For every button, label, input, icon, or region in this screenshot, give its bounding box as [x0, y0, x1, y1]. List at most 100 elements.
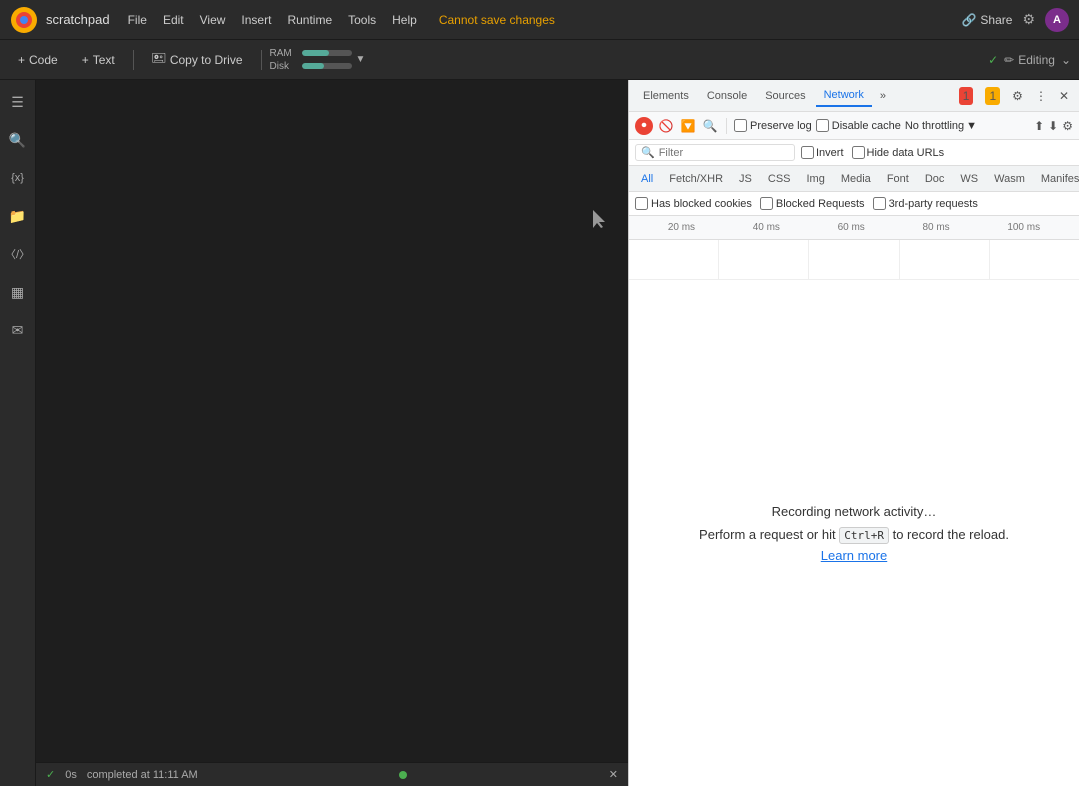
tab-network[interactable]: Network	[816, 85, 872, 107]
timeline-label-60ms: 60 ms	[838, 222, 865, 233]
devtools-close-icon[interactable]: ✕	[1055, 87, 1073, 105]
net-type-manifest[interactable]: Manifest	[1033, 171, 1079, 187]
ram-progress-bar	[302, 50, 352, 56]
disable-cache-checkbox[interactable]	[816, 119, 829, 132]
net-type-img[interactable]: Img	[799, 171, 833, 187]
devtools-tab-actions: 1 1 ⚙ ⋮ ✕	[955, 87, 1073, 105]
net-type-ws[interactable]: WS	[952, 171, 986, 187]
blocked-requests-checkbox[interactable]	[760, 197, 773, 210]
sidebar-icon-menu[interactable]: ☰	[4, 88, 32, 116]
sidebar-icon-files[interactable]: 📁	[4, 202, 32, 230]
code-button[interactable]: + Code	[8, 49, 68, 71]
timeline-label-100ms: 100 ms	[1007, 222, 1040, 233]
cannot-save-warning[interactable]: Cannot save changes	[439, 13, 555, 27]
has-blocked-cookies-checkbox[interactable]	[635, 197, 648, 210]
net-type-js[interactable]: JS	[731, 171, 760, 187]
expand-button[interactable]: ⌄	[1061, 53, 1071, 67]
net-type-fetch[interactable]: Fetch/XHR	[661, 171, 731, 187]
menu-runtime[interactable]: Runtime	[281, 11, 338, 29]
tab-elements[interactable]: Elements	[635, 86, 697, 106]
grid-line-3	[809, 240, 899, 279]
timeline-grid	[629, 240, 1079, 280]
status-close-button[interactable]: ✕	[609, 768, 618, 781]
perform-text: Perform a request or hit Ctrl+R to recor…	[699, 527, 1009, 542]
toolbar-separator-1	[133, 50, 134, 70]
net-sep-1	[726, 118, 727, 134]
menu-view[interactable]: View	[194, 11, 232, 29]
net-toolbar-right: ⬆ ⬇ ⚙	[1034, 119, 1073, 133]
ram-progress-fill	[302, 50, 330, 56]
dropdown-arrow[interactable]: ▼	[356, 54, 366, 65]
sidebar-icon-variables[interactable]: {x}	[4, 164, 32, 192]
net-type-css[interactable]: CSS	[760, 171, 799, 187]
copy-to-drive-button[interactable]: 🖭 Copy to Drive	[142, 45, 253, 74]
net-type-all[interactable]: All	[633, 171, 661, 187]
cursor-indicator	[593, 210, 605, 231]
tab-more-button[interactable]: »	[874, 86, 892, 106]
invert-checkbox[interactable]	[801, 146, 814, 159]
throttle-select[interactable]: No throttling ▼	[905, 120, 977, 132]
preserve-log-checkbox[interactable]	[734, 119, 747, 132]
net-type-doc[interactable]: Doc	[917, 171, 953, 187]
import-icon[interactable]: ⬆	[1034, 119, 1044, 133]
third-party-requests-checkbox[interactable]	[873, 197, 886, 210]
tab-console[interactable]: Console	[699, 86, 755, 106]
grid-line-1	[629, 240, 719, 279]
keyboard-shortcut: Ctrl+R	[839, 527, 889, 544]
editor-canvas[interactable]	[36, 80, 628, 762]
status-time: 0s	[65, 769, 77, 781]
devtools-more-icon[interactable]: ⋮	[1031, 87, 1051, 105]
sidebar-icon-terminal[interactable]: 〈/〉	[4, 240, 32, 268]
search-network-icon[interactable]: 🔍	[701, 117, 719, 135]
net-type-wasm[interactable]: Wasm	[986, 171, 1033, 187]
net-type-media[interactable]: Media	[833, 171, 879, 187]
net-type-font[interactable]: Font	[879, 171, 917, 187]
grid-line-4	[900, 240, 990, 279]
learn-more-link[interactable]: Learn more	[821, 548, 887, 563]
title-bar: scratchpad File Edit View Insert Runtime…	[0, 0, 1079, 40]
avatar[interactable]: A	[1045, 8, 1069, 32]
hide-data-urls-checkbox-group: Hide data URLs	[852, 146, 945, 159]
filter-bar: 🔍 Invert Hide data URLs	[629, 140, 1079, 166]
devtools-badge-yellow: 1	[981, 87, 1004, 105]
app-name: scratchpad	[46, 12, 110, 27]
menu-tools[interactable]: Tools	[342, 11, 382, 29]
network-type-tabs: All Fetch/XHR JS CSS Img Media Font Doc …	[629, 166, 1079, 192]
menu-help[interactable]: Help	[386, 11, 423, 29]
devtools-settings-icon[interactable]: ⚙	[1008, 87, 1027, 105]
menu-edit[interactable]: Edit	[157, 11, 190, 29]
status-message: completed at 11:11 AM	[87, 769, 198, 781]
devtools-panel: Elements Console Sources Network » 1 1 ⚙…	[628, 80, 1079, 786]
text-icon: +	[82, 53, 89, 67]
filter-icon[interactable]: 🔽	[679, 117, 697, 135]
clear-button[interactable]: 🚫	[657, 117, 675, 135]
settings-icon[interactable]: ⚙	[1022, 11, 1035, 28]
filter-options: Invert Hide data URLs	[801, 146, 944, 159]
sidebar-icon-mail[interactable]: ✉	[4, 316, 32, 344]
sidebar-icon-table[interactable]: ▦	[4, 278, 32, 306]
text-button[interactable]: + Text	[72, 49, 125, 71]
menu-file[interactable]: File	[122, 11, 153, 29]
editing-button[interactable]: ✏ Editing	[1004, 53, 1055, 67]
menu-insert[interactable]: Insert	[235, 11, 277, 29]
hide-data-urls-checkbox[interactable]	[852, 146, 865, 159]
throttle-arrow: ▼	[966, 120, 977, 132]
grid-line-2	[719, 240, 809, 279]
sidebar-icon-search[interactable]: 🔍	[4, 126, 32, 154]
record-button[interactable]: ⏺	[635, 117, 653, 135]
invert-checkbox-group: Invert	[801, 146, 844, 159]
export-icon[interactable]: ⬇	[1048, 119, 1058, 133]
timeline-label-40ms: 40 ms	[753, 222, 780, 233]
has-blocked-cookies-group: Has blocked cookies	[635, 197, 752, 210]
share-button[interactable]: 🔗 Share	[961, 13, 1012, 27]
preserve-log-checkbox-group: Preserve log	[734, 119, 812, 132]
share-icon: 🔗	[961, 13, 976, 27]
tab-sources[interactable]: Sources	[757, 86, 813, 106]
filter-input[interactable]	[659, 147, 789, 159]
net-settings-icon[interactable]: ⚙	[1062, 119, 1073, 133]
blocked-bar: Has blocked cookies Blocked Requests 3rd…	[629, 192, 1079, 216]
timeline-label-80ms: 80 ms	[922, 222, 949, 233]
toolbar: + Code + Text 🖭 Copy to Drive RAM Disk ▼…	[0, 40, 1079, 80]
ram-disk-indicator: RAM Disk	[270, 48, 352, 72]
status-check-icon: ✓	[46, 768, 55, 781]
